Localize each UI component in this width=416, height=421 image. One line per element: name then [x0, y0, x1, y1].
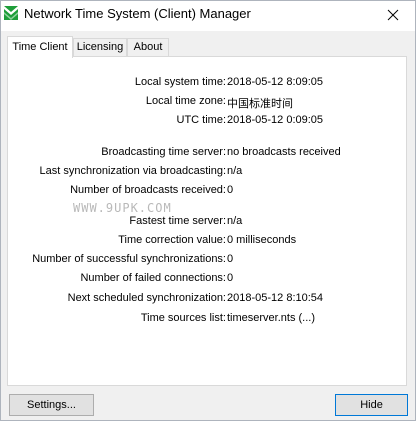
label-local-system-time: Local system time:	[134, 76, 226, 88]
watermark: WWW.9UPK.COM	[73, 201, 172, 215]
label-time-sources-list: Time sources list:	[140, 312, 226, 324]
app-icon	[4, 6, 18, 20]
value-local-time-zone: 中国标准时间	[227, 98, 293, 110]
close-icon	[387, 9, 399, 21]
label-utc-time: UTC time:	[176, 114, 227, 126]
row-fastest-time-server: Fastest time server: n/a	[8, 215, 408, 231]
close-button[interactable]	[371, 1, 415, 29]
label-broadcasts-received: Number of broadcasts received:	[70, 184, 226, 196]
row-next-scheduled-sync: Next scheduled synchronization: 2018-05-…	[8, 292, 408, 308]
label-successful-syncs: Number of successful synchronizations:	[32, 253, 226, 265]
label-broadcasting-time-server: Broadcasting time server:	[101, 146, 226, 158]
label-failed-connections: Number of failed connections:	[80, 272, 226, 284]
settings-button[interactable]: Settings...	[9, 394, 94, 416]
label-next-scheduled-sync: Next scheduled synchronization:	[67, 292, 226, 304]
value-utc-time: 2018-05-12 0:09:05	[227, 114, 324, 126]
value-last-sync-broadcasting: n/a	[227, 165, 243, 177]
row-broadcasting-time-server: Broadcasting time server: no broadcasts …	[8, 146, 408, 162]
app-window: Network Time System (Client) Manager Tim…	[0, 0, 416, 421]
value-fastest-time-server: n/a	[227, 215, 243, 227]
value-broadcasting-time-server: no broadcasts received	[227, 146, 341, 158]
row-time-sources-list: Time sources list: timeserver.nts (...)	[8, 312, 408, 328]
row-failed-connections: Number of failed connections: 0	[8, 272, 408, 288]
label-local-time-zone: Local time zone:	[145, 95, 226, 107]
label-time-correction: Time correction value:	[118, 234, 226, 246]
label-fastest-time-server: Fastest time server:	[129, 215, 226, 227]
label-last-sync-broadcasting: Last synchronization via broadcasting:	[39, 165, 227, 177]
value-failed-connections: 0	[227, 272, 234, 284]
value-time-sources-list[interactable]: timeserver.nts (...)	[227, 312, 315, 324]
row-successful-syncs: Number of successful synchronizations: 0	[8, 253, 408, 269]
value-broadcasts-received: 0	[227, 184, 234, 196]
time-client-panel: Local system time: 2018-05-12 8:09:05 Lo…	[7, 56, 407, 386]
row-local-time-zone: Local time zone: 中国标准时间	[8, 95, 408, 111]
row-broadcasts-received: Number of broadcasts received: 0	[8, 184, 408, 200]
hide-button[interactable]: Hide	[335, 394, 408, 416]
value-local-system-time: 2018-05-12 8:09:05	[227, 76, 324, 88]
row-time-correction: Time correction value: 0 milliseconds	[8, 234, 408, 250]
tab-about[interactable]: About	[127, 38, 169, 56]
title-bar[interactable]: Network Time System (Client) Manager	[1, 1, 415, 31]
value-time-correction: 0 milliseconds	[227, 234, 297, 246]
row-utc-time: UTC time: 2018-05-12 0:09:05	[8, 114, 408, 130]
window-title: Network Time System (Client) Manager	[24, 6, 251, 21]
value-successful-syncs: 0	[227, 253, 234, 265]
tab-time-client[interactable]: Time Client	[7, 36, 73, 58]
value-next-scheduled-sync: 2018-05-12 8:10:54	[227, 292, 324, 304]
tab-licensing[interactable]: Licensing	[73, 38, 127, 56]
row-last-sync-broadcasting: Last synchronization via broadcasting: n…	[8, 165, 408, 181]
row-local-system-time: Local system time: 2018-05-12 8:09:05	[8, 76, 408, 92]
